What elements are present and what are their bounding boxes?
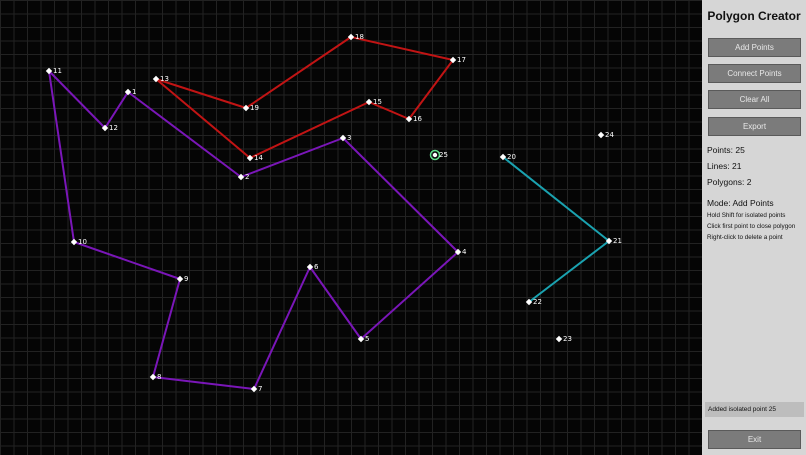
point-19[interactable]: 19 xyxy=(242,104,259,112)
line-0-edge-20-21 xyxy=(502,156,610,242)
point-label: 6 xyxy=(314,263,319,271)
polygon-1-edge-16-17 xyxy=(408,59,454,120)
line-0-edge-21-22 xyxy=(528,240,610,303)
point-label: 10 xyxy=(78,238,87,246)
point-label: 21 xyxy=(613,237,622,245)
point-marker xyxy=(250,385,258,393)
connect-points-button[interactable]: Connect Points xyxy=(708,64,801,83)
export-button[interactable]: Export xyxy=(708,117,801,136)
mode-label: Mode: Add Points xyxy=(707,198,774,208)
point-marker xyxy=(555,335,563,343)
polygon-0-edge-7-8 xyxy=(152,376,255,390)
polygons-count: Polygons: 2 xyxy=(707,177,752,187)
point-13[interactable]: 13 xyxy=(152,75,169,83)
point-21[interactable]: 21 xyxy=(605,237,622,245)
point-15[interactable]: 15 xyxy=(365,98,382,106)
point-label: 25 xyxy=(439,151,448,159)
point-label: 13 xyxy=(160,75,169,83)
point-7[interactable]: 7 xyxy=(250,385,263,393)
point-label: 20 xyxy=(507,153,516,161)
point-20[interactable]: 20 xyxy=(499,153,516,161)
point-16[interactable]: 16 xyxy=(405,115,423,123)
hint-close-polygon: Click first point to close polygon xyxy=(707,223,796,230)
polygon-0-edge-12-1 xyxy=(104,91,129,129)
drawing-canvas[interactable]: 1 2 3 4 5 6 7 8 9 10 11 12 13 14 15 16 17 18 19 20 21 22 23 24 2… xyxy=(0,0,702,455)
point-marker xyxy=(149,373,157,381)
point-label: 17 xyxy=(457,56,466,64)
point-22[interactable]: 22 xyxy=(525,298,542,306)
point-marker xyxy=(176,275,184,283)
point-18[interactable]: 18 xyxy=(347,33,364,41)
polygon-0-edge-6-7 xyxy=(253,266,311,390)
status-bar: Added isolated point 25 xyxy=(705,402,804,417)
hint-delete: Right-click to delete a point xyxy=(707,234,783,241)
point-label: 24 xyxy=(605,131,614,139)
point-label: 1 xyxy=(132,88,136,96)
point-14[interactable]: 14 xyxy=(246,154,264,162)
point-24[interactable]: 24 xyxy=(597,131,615,139)
point-label: 15 xyxy=(373,98,382,106)
canvas-svg[interactable]: 1234567891011121314151617181920212223242… xyxy=(0,0,702,455)
clear-all-button[interactable]: Clear All xyxy=(708,90,801,109)
polygon-1-edge-17-18 xyxy=(350,36,454,61)
polygon-1-edge-19-13 xyxy=(155,78,247,109)
point-label: 8 xyxy=(157,373,161,381)
control-panel: Polygon Creator Add Points Connect Point… xyxy=(702,0,806,455)
polygon-0-edge-8-9 xyxy=(152,278,181,378)
point-label: 9 xyxy=(184,275,188,283)
point-label: 11 xyxy=(53,67,62,75)
polygon-0-edge-5-6 xyxy=(309,266,362,340)
status-text: Added isolated point 25 xyxy=(708,406,776,413)
point-marker xyxy=(597,131,605,139)
point-marker xyxy=(432,152,438,158)
points-count: Points: 25 xyxy=(707,145,745,155)
point-label: 5 xyxy=(365,335,369,343)
point-label: 23 xyxy=(563,335,572,343)
point-4[interactable]: 4 xyxy=(454,248,467,256)
point-marker xyxy=(365,98,373,106)
point-label: 14 xyxy=(254,154,263,162)
polygon-0-edge-10-11 xyxy=(48,70,75,243)
point-label: 16 xyxy=(413,115,422,123)
polygon-0-edge-4-5 xyxy=(360,251,459,340)
point-label: 3 xyxy=(347,134,351,142)
point-23[interactable]: 23 xyxy=(555,335,572,343)
exit-button[interactable]: Exit xyxy=(708,430,801,449)
point-label: 2 xyxy=(245,173,249,181)
point-17[interactable]: 17 xyxy=(449,56,466,64)
point-label: 18 xyxy=(355,33,364,41)
point-label: 12 xyxy=(109,124,118,132)
panel-title: Polygon Creator xyxy=(707,9,801,23)
add-points-button[interactable]: Add Points xyxy=(708,38,801,57)
hint-shift: Hold Shift for isolated points xyxy=(707,212,786,219)
point-label: 4 xyxy=(462,248,467,256)
polygon-1-edge-13-14 xyxy=(155,78,251,159)
point-label: 19 xyxy=(250,104,259,112)
point-8[interactable]: 8 xyxy=(149,373,162,381)
point-marker xyxy=(70,238,78,246)
polygon-0-edge-9-10 xyxy=(73,241,181,280)
polygon-0-edge-11-12 xyxy=(48,70,106,129)
polygon-0-edge-1-2 xyxy=(127,91,242,178)
lines-count: Lines: 21 xyxy=(707,161,742,171)
polygon-1-edge-14-15 xyxy=(249,101,370,159)
point-label: 7 xyxy=(258,385,262,393)
point-11[interactable]: 11 xyxy=(45,67,62,75)
point-2[interactable]: 2 xyxy=(237,173,250,181)
polygon-1-edge-18-19 xyxy=(245,36,352,109)
point-25[interactable]: 25 xyxy=(429,149,448,161)
point-label: 22 xyxy=(533,298,542,306)
point-12[interactable]: 12 xyxy=(101,124,118,132)
